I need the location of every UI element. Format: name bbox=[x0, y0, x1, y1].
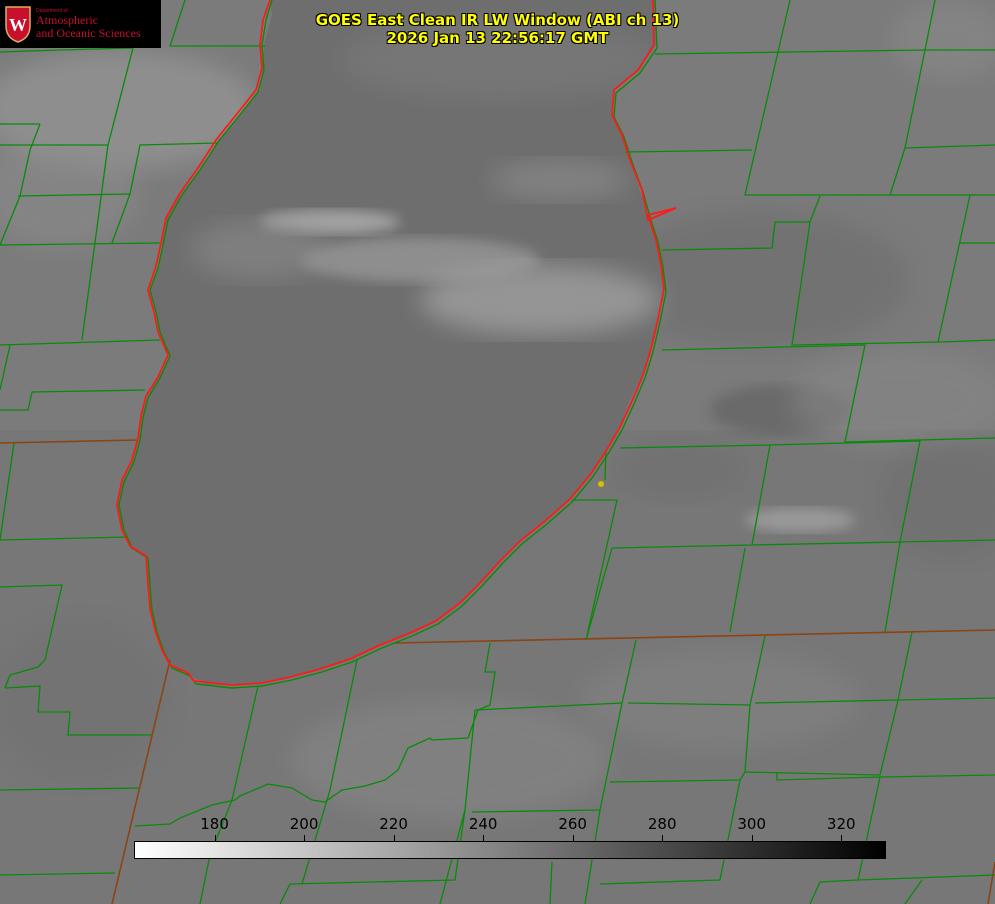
title-product: GOES East Clean IR LW Window (ABI ch 13) bbox=[315, 11, 680, 29]
uw-crest-icon: W bbox=[5, 6, 31, 43]
colorbar-tick-label: 240 bbox=[468, 815, 498, 833]
colorbar-tick-label: 180 bbox=[200, 815, 229, 833]
colorbar-tick-label: 320 bbox=[826, 815, 856, 833]
colorbar-tick-mark bbox=[572, 835, 574, 841]
satellite-map-page: W Department of Atmospheric and Oceanic … bbox=[0, 0, 995, 904]
colorbar-tick-label: 200 bbox=[289, 815, 319, 833]
colorbar-tick-mark bbox=[483, 835, 485, 841]
location-marker bbox=[598, 481, 604, 487]
colorbar-tick-label: 300 bbox=[737, 815, 767, 833]
crest-letter: W bbox=[9, 15, 27, 35]
colorbar-tick-mark bbox=[662, 835, 664, 841]
colorbar-tick-mark bbox=[841, 835, 843, 841]
temperature-colorbar bbox=[134, 841, 886, 859]
satellite-imagery-map bbox=[0, 0, 995, 904]
colorbar-tick-mark bbox=[214, 835, 216, 841]
logo-line-1: Atmospheric bbox=[36, 13, 98, 28]
colorbar-tick-mark bbox=[751, 835, 753, 841]
colorbar-tick-label: 260 bbox=[558, 815, 587, 833]
logo-text: Department of Atmospheric and Oceanic Sc… bbox=[36, 8, 141, 40]
image-title: GOES East Clean IR LW Window (ABI ch 13)… bbox=[290, 11, 705, 47]
aos-logo: W Department of Atmospheric and Oceanic … bbox=[0, 0, 161, 48]
colorbar-tick-mark bbox=[393, 835, 395, 841]
colorbar-tick-label: 220 bbox=[379, 815, 408, 833]
logo-line-2: and Oceanic Sciences bbox=[36, 25, 141, 40]
title-timestamp: 2026 Jan 13 22:56:17 GMT bbox=[386, 29, 609, 47]
colorbar-tick-mark bbox=[304, 835, 306, 841]
colorbar-tick-label: 280 bbox=[647, 815, 677, 833]
